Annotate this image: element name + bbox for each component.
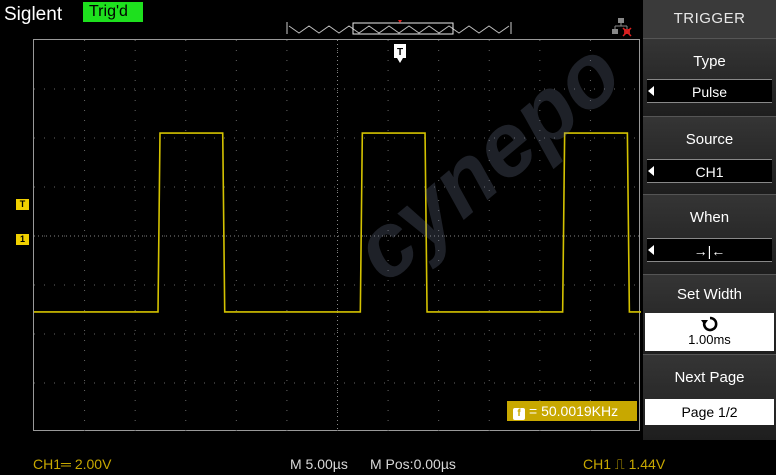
menu-item-when[interactable]: When →|← (643, 194, 776, 274)
network-icon (612, 18, 632, 37)
ch1-trace (34, 132, 641, 313)
svg-text:T: T (397, 47, 403, 58)
menu-item-type-value: Pulse (647, 79, 772, 103)
frequency-readout: f = 50.0019KHz (507, 401, 637, 421)
trigger-position-marker[interactable]: T (394, 44, 406, 64)
top-status-bar: Siglent Trig'd (0, 0, 643, 38)
frequency-value: = 50.0019KHz (529, 403, 619, 419)
trigger-menu: TRIGGER Type Pulse Source CH1 When →|← S… (643, 0, 776, 440)
memory-position-bar (286, 20, 512, 35)
menu-item-set-width-value: 1.00ms (645, 313, 774, 351)
menu-title: TRIGGER (643, 0, 776, 38)
menu-item-next-page-label: Next Page (674, 369, 745, 386)
menu-item-set-width-label: Set Width (676, 286, 743, 303)
menu-item-set-width[interactable]: Set Width 1.00ms (643, 274, 776, 354)
ch1-ground-marker[interactable]: 1 (16, 234, 29, 245)
menu-item-when-value: →|← (647, 238, 772, 262)
pulse-width-less-than-icon: →|← (693, 243, 726, 259)
trigger-level-readout: CH1 ⎍ 1.44V (583, 456, 666, 472)
left-arrow-icon (648, 166, 654, 176)
menu-item-source-label: Source (685, 131, 734, 148)
trigger-level-marker[interactable]: T (16, 199, 29, 210)
menu-item-source-value: CH1 (647, 159, 772, 183)
rotate-knob-icon (700, 316, 717, 332)
timebase: M 5.00µs (290, 456, 348, 472)
menu-item-type-label: Type (693, 53, 726, 70)
left-arrow-icon (648, 245, 654, 255)
waveform-display[interactable] (33, 39, 641, 432)
menu-item-source[interactable]: Source CH1 (643, 116, 776, 194)
ch1-scale: CH1═ 2.00V (33, 456, 112, 472)
brand-logo: Siglent (4, 4, 63, 25)
trigger-status-badge: Trig'd (83, 2, 143, 22)
menu-item-when-label: When (689, 209, 730, 226)
bottom-status-bar: CH1═ 2.00V M 5.00µs M Pos:0.00µs CH1 ⎍ 1… (0, 450, 776, 475)
menu-item-type[interactable]: Type Pulse (643, 38, 776, 116)
horizontal-position: M Pos:0.00µs (370, 456, 456, 472)
left-arrow-icon (648, 86, 654, 96)
menu-item-next-page[interactable]: Next Page Page 1/2 (643, 354, 776, 440)
frequency-icon: f (513, 408, 525, 420)
waveform-grid (34, 40, 641, 432)
menu-item-next-page-value: Page 1/2 (645, 399, 774, 425)
